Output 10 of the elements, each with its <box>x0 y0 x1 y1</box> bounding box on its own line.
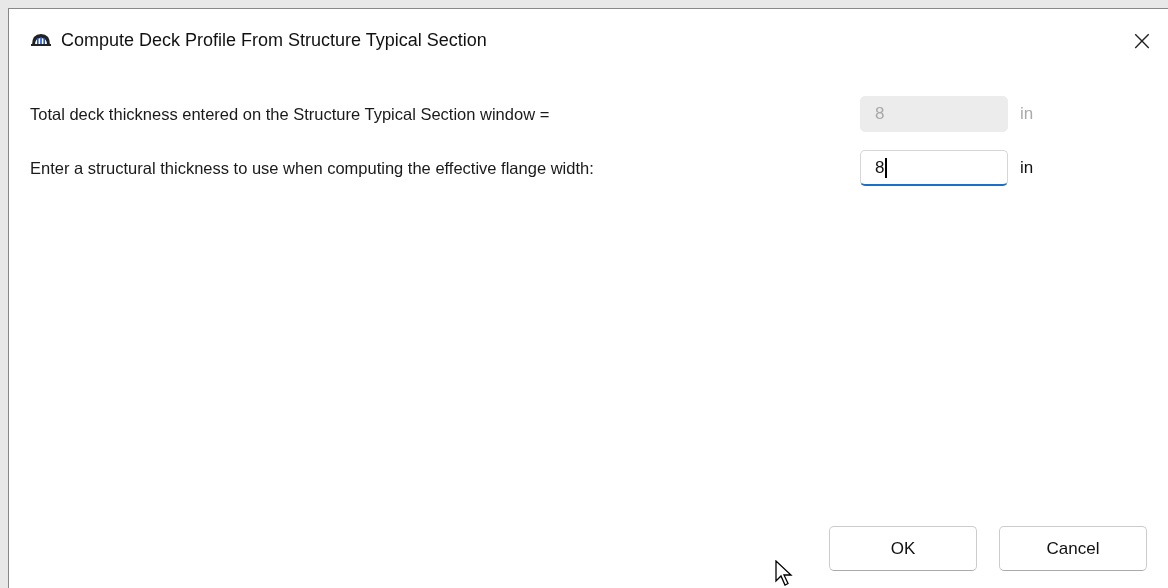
field-label: Enter a structural thickness to use when computing the effective flange width: <box>30 158 595 178</box>
cancel-button[interactable]: Cancel <box>999 526 1147 571</box>
unit-label: in <box>1020 158 1035 178</box>
unit-label: in <box>1020 104 1035 124</box>
bridge-icon <box>31 32 51 48</box>
window-title: Compute Deck Profile From Structure Typical Section <box>61 29 487 51</box>
ok-button[interactable]: OK <box>829 526 977 571</box>
input-field[interactable]: 8 <box>860 150 1008 186</box>
close-button[interactable]: × <box>1122 20 1162 60</box>
field-label: Total deck thickness entered on the Structure Typical Section window = <box>30 104 551 124</box>
